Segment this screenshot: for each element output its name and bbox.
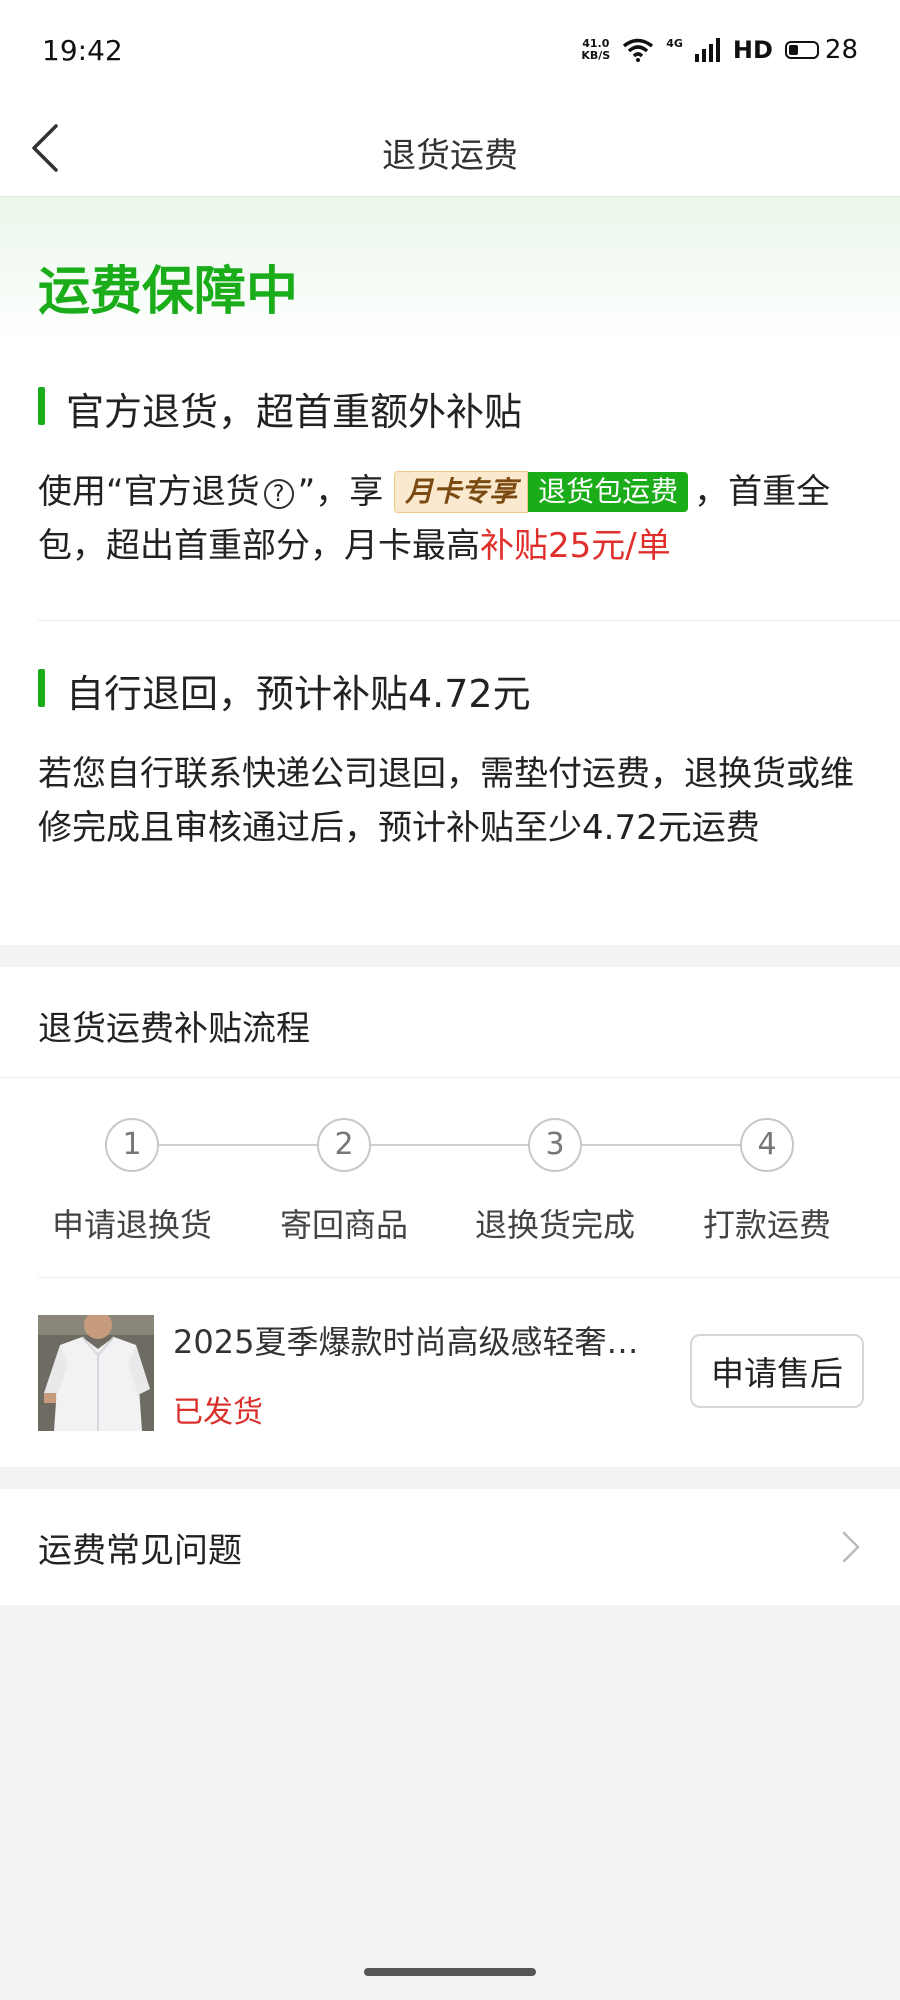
chevron-right-icon: [842, 1531, 860, 1563]
after-sale-button[interactable]: 申请售后: [690, 1334, 864, 1408]
step-connector: [371, 1144, 528, 1146]
battery-icon: [784, 41, 819, 59]
step-number: 4: [740, 1118, 794, 1172]
nav-bar: 退货运费: [0, 100, 900, 197]
battery: 28: [784, 35, 858, 65]
official-return-title: 官方退货，超首重额外补贴: [38, 381, 522, 436]
self-return-text: 若您自行联系快递公司退回，需垫付运费，退换货或维修完成且审核通过后，预计补贴至少…: [38, 754, 854, 848]
product-name[interactable]: 2025夏季爆款时尚高级感轻奢…: [173, 1317, 663, 1363]
net-speed-unit: KB/S: [581, 49, 611, 62]
page-title: 退货运费: [382, 136, 518, 176]
step-number: 1: [105, 1118, 159, 1172]
net-speed: 41.0 KB/S: [581, 38, 610, 62]
free-shipping-badge: 退货包运费: [528, 472, 689, 512]
step-number: 2: [317, 1118, 371, 1172]
network-type: 4G: [666, 37, 683, 50]
guarantee-card: 运费保障中 官方退货，超首重额外补贴 使用“官方退货? ”，享 月卡专享 退货包运费…: [0, 197, 900, 945]
product-status: 已发货: [173, 1395, 263, 1430]
step-connector: [159, 1144, 317, 1146]
official-return-text: 使用“官方退货? ”，享 月卡专享 退货包运费 ，首重全包，超出首重部分，月卡最高补贴…: [38, 465, 858, 573]
self-return-title: 自行退回，预计补贴4.72元: [38, 663, 531, 718]
process-card: 退货运费补贴流程 1 2 3 4 申请退换货 寄回商品 退换货完成 打款运费 2…: [0, 967, 900, 1467]
signal-icon: [694, 38, 720, 62]
battery-level: 28: [824, 35, 858, 65]
status-bar: 19:42 41.0 KB/S 4G HD 28: [0, 0, 900, 100]
home-indicator[interactable]: [364, 1968, 536, 1976]
subsidy-highlight: 补贴25元/单: [480, 526, 671, 566]
month-card-badge: 月卡专享: [394, 471, 529, 513]
official-text-prefix: 使用“官方退货: [38, 472, 260, 512]
process-divider: [0, 1077, 900, 1078]
steps-divider: [38, 1277, 900, 1278]
step-label: 退换货完成: [474, 1206, 635, 1244]
help-icon[interactable]: ?: [263, 479, 294, 509]
product-thumbnail[interactable]: [38, 1315, 154, 1431]
faq-label: 运费常见问题: [38, 1531, 242, 1571]
hd-label: HD: [732, 36, 773, 64]
section-divider: [38, 620, 900, 621]
step-label: 申请退换货: [51, 1206, 212, 1244]
status-icons: 41.0 KB/S 4G HD 28: [581, 35, 858, 65]
step-connector: [582, 1144, 740, 1146]
wifi-icon: [623, 38, 654, 62]
process-title: 退货运费补贴流程: [38, 1009, 310, 1049]
guarantee-heading: 运费保障中: [38, 262, 299, 322]
official-text-mid: ”，享: [297, 472, 384, 512]
step-label: 打款运费: [702, 1206, 831, 1244]
faq-row[interactable]: 运费常见问题: [0, 1489, 900, 1605]
step-number: 3: [528, 1118, 582, 1172]
shirt-image: [38, 1315, 154, 1431]
step-label: 寄回商品: [279, 1206, 408, 1244]
status-time: 19:42: [42, 33, 123, 67]
